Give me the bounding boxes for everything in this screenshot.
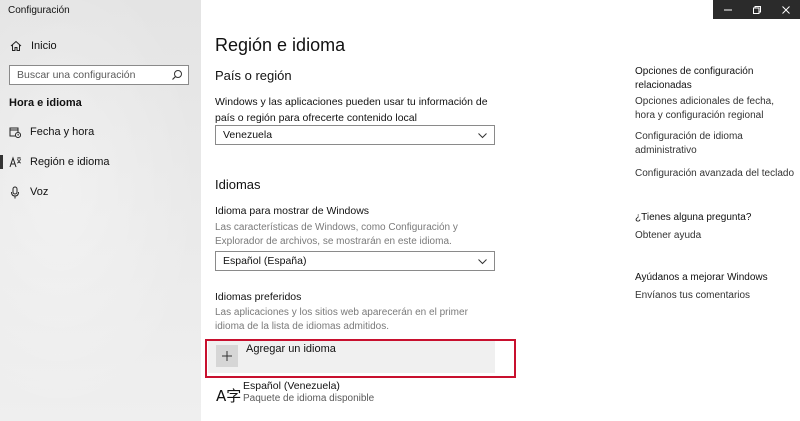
link-get-help[interactable]: Obtener ayuda bbox=[635, 229, 795, 243]
sidebar-item-fecha-y-hora[interactable]: Fecha y hora bbox=[0, 123, 201, 141]
language-entry-status: Paquete de idioma disponible bbox=[243, 393, 375, 404]
preferred-languages-description: Las aplicaciones y los sitios web aparec… bbox=[215, 307, 468, 332]
link-additional-date-time[interactable]: Opciones adicionales de fecha, hora y co… bbox=[635, 95, 795, 122]
app-title: Configuración bbox=[8, 5, 70, 16]
minimize-button[interactable] bbox=[713, 0, 742, 19]
sidebar-item-voz[interactable]: Voz bbox=[0, 183, 201, 201]
display-language-value: Español (España) bbox=[223, 255, 307, 267]
region-select-value: Venezuela bbox=[223, 129, 273, 141]
close-button[interactable] bbox=[771, 0, 800, 19]
sidebar-item-label: Voz bbox=[30, 186, 49, 198]
sidebar-item-home[interactable]: Inicio bbox=[10, 38, 57, 54]
region-heading: País o región bbox=[215, 68, 292, 83]
search-input[interactable] bbox=[10, 66, 165, 84]
close-icon bbox=[781, 5, 790, 14]
microphone-icon bbox=[11, 186, 19, 198]
question-heading: ¿Tienes alguna pregunta? bbox=[635, 212, 752, 223]
link-advanced-keyboard[interactable]: Configuración avanzada del teclado bbox=[635, 167, 795, 181]
language-entry-name[interactable]: Español (Venezuela) bbox=[243, 380, 340, 392]
link-administrative-language[interactable]: Configuración de idioma administrativo bbox=[635, 130, 795, 157]
sidebar-item-home-label: Inicio bbox=[31, 40, 57, 52]
restore-icon bbox=[752, 5, 761, 14]
display-language-label: Idioma para mostrar de Windows bbox=[215, 205, 370, 217]
search-field[interactable] bbox=[9, 65, 189, 85]
language-pack-icon: A字 bbox=[216, 387, 242, 405]
display-language-description: Las características de Windows, como Con… bbox=[215, 222, 458, 247]
language-icon bbox=[9, 155, 21, 167]
chevron-down-icon bbox=[478, 259, 487, 265]
sidebar-item-label: Fecha y hora bbox=[30, 126, 95, 138]
languages-heading: Idiomas bbox=[215, 177, 261, 192]
window-controls bbox=[713, 0, 800, 19]
minimize-icon bbox=[723, 9, 732, 10]
improve-heading: Ayúdanos a mejorar Windows bbox=[635, 272, 768, 283]
calendar-clock-icon bbox=[9, 127, 21, 138]
region-select[interactable]: Venezuela bbox=[215, 125, 495, 145]
search-icon[interactable] bbox=[171, 69, 183, 81]
related-settings-heading: Opciones de configuración relacionadas bbox=[635, 66, 754, 91]
sidebar-item-label: Región e idioma bbox=[30, 156, 110, 168]
highlight-box bbox=[205, 339, 516, 378]
sidebar-item-region-e-idioma[interactable]: Región e idioma bbox=[0, 153, 201, 171]
restore-button[interactable] bbox=[742, 0, 771, 19]
sidebar-section-title: Hora e idioma bbox=[9, 97, 82, 109]
preferred-languages-label: Idiomas preferidos bbox=[215, 291, 302, 303]
page-title: Región e idioma bbox=[215, 35, 346, 55]
chevron-down-icon bbox=[478, 133, 487, 139]
home-icon bbox=[10, 40, 22, 51]
region-description: Windows y las aplicaciones pueden usar t… bbox=[215, 96, 488, 124]
link-feedback[interactable]: Envíanos tus comentarios bbox=[635, 289, 795, 303]
sidebar: Configuración Inicio Hora e idioma Fecha… bbox=[0, 0, 201, 421]
display-language-select[interactable]: Español (España) bbox=[215, 251, 495, 271]
